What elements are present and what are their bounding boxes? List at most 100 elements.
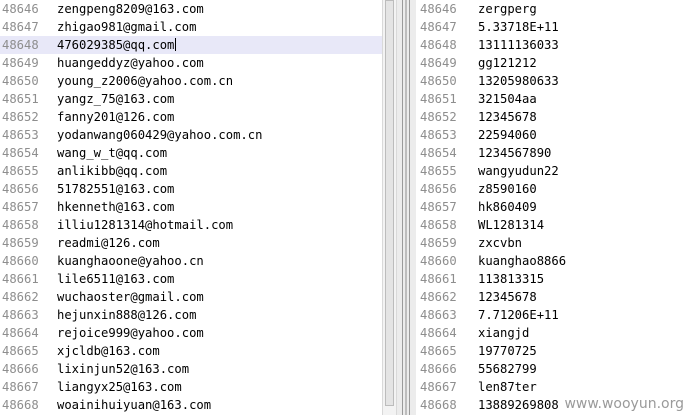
line-text[interactable]: woainihuiyuan@163.com xyxy=(57,396,211,414)
editor-line[interactable]: 48653 yodanwang060429@yahoo.com.cn xyxy=(0,126,382,144)
pane-splitter[interactable] xyxy=(397,0,416,415)
line-text[interactable]: 476029385@qq.com xyxy=(57,38,174,52)
editor-line[interactable]: 48646 zengpeng8209@163.com xyxy=(0,0,382,18)
editor-line[interactable]: 48657 hk860409 xyxy=(416,198,694,216)
editor-line[interactable]: 48655 anlikibb@qq.com xyxy=(0,162,382,180)
editor-line[interactable]: 48667 liangyx25@163.com xyxy=(0,378,382,396)
editor-line[interactable]: 48667 len87ter xyxy=(416,378,694,396)
line-text[interactable]: anlikibb@qq.com xyxy=(57,162,167,180)
line-text[interactable]: gg121212 xyxy=(478,54,537,72)
editor-line[interactable]: 48662 wuchaoster@gmail.com xyxy=(0,288,382,306)
line-number: 48651 xyxy=(420,92,457,106)
line-text[interactable]: 55682799 xyxy=(478,360,537,378)
line-text[interactable]: xjcldb@163.com xyxy=(57,342,160,360)
editor-line[interactable]: 48664 xiangjd xyxy=(416,324,694,342)
line-text[interactable]: kuanghao8866 xyxy=(478,252,566,270)
line-text[interactable]: z8590160 xyxy=(478,180,537,198)
line-text[interactable]: hkenneth@163.com xyxy=(57,198,174,216)
editor-line[interactable]: 48668 woainihuiyuan@163.com xyxy=(0,396,382,414)
line-text-with-caret[interactable]: 476029385@qq.com xyxy=(57,36,177,54)
editor-line[interactable]: 48666 lixinjun52@163.com xyxy=(0,360,382,378)
line-text[interactable]: 12345678 xyxy=(478,288,537,306)
line-text[interactable]: liangyx25@163.com xyxy=(57,378,182,396)
editor-line[interactable]: 48661 113813315 xyxy=(416,270,694,288)
editor-line[interactable]: 48650 young_z2006@yahoo.com.cn xyxy=(0,72,382,90)
editor-line[interactable]: 48649 gg121212 xyxy=(416,54,694,72)
line-text[interactable]: 12345678 xyxy=(478,108,537,126)
line-text[interactable]: fanny201@126.com xyxy=(57,108,174,126)
line-text[interactable]: lixinjun52@163.com xyxy=(57,360,189,378)
editor-line[interactable]: 48658 illiu1281314@hotmail.com xyxy=(0,216,382,234)
line-number: 48646 xyxy=(2,2,39,16)
line-text[interactable]: 13205980633 xyxy=(478,72,559,90)
line-text[interactable]: zxcvbn xyxy=(478,234,522,252)
editor-line[interactable]: 48655 wangyudun22 xyxy=(416,162,694,180)
line-text[interactable]: hk860409 xyxy=(478,198,537,216)
line-text[interactable]: wang_w_t@qq.com xyxy=(57,144,167,162)
editor-line[interactable]: 48654 1234567890 xyxy=(416,144,694,162)
line-text[interactable]: 51782551@163.com xyxy=(57,180,174,198)
line-text[interactable]: 13111136033 xyxy=(478,36,559,54)
line-text[interactable]: zergperg xyxy=(478,0,537,18)
editor-line[interactable]: 48663 hejunxin888@126.com xyxy=(0,306,382,324)
line-text[interactable]: wuchaoster@gmail.com xyxy=(57,288,204,306)
line-text[interactable]: 22594060 xyxy=(478,126,537,144)
line-text[interactable]: young_z2006@yahoo.com.cn xyxy=(57,72,233,90)
scrollbar-thumb[interactable] xyxy=(385,0,394,406)
editor-line[interactable]: 48652 12345678 xyxy=(416,108,694,126)
editor-line[interactable]: 48659 readmi@126.com xyxy=(0,234,382,252)
editor-line[interactable]: 48658 WL1281314 xyxy=(416,216,694,234)
editor-line[interactable]: 48660 kuanghao8866 xyxy=(416,252,694,270)
line-text[interactable]: wangyudun22 xyxy=(478,162,559,180)
editor-line[interactable]: 48652 fanny201@126.com xyxy=(0,108,382,126)
editor-line[interactable]: 48662 12345678 xyxy=(416,288,694,306)
line-text[interactable]: zengpeng8209@163.com xyxy=(57,0,204,18)
editor-line[interactable]: 48663 7.71206E+11 xyxy=(416,306,694,324)
editor-line[interactable]: 48654 wang_w_t@qq.com xyxy=(0,144,382,162)
editor-line[interactable]: 48651 321504aa xyxy=(416,90,694,108)
editor-line[interactable]: 48650 13205980633 xyxy=(416,72,694,90)
left-editor-pane[interactable]: 48646 zengpeng8209@163.com 48647 zhigao9… xyxy=(0,0,382,415)
right-editor-pane[interactable]: 48646 zergperg 48647 5.33718E+11 48648 1… xyxy=(416,0,694,415)
editor-line[interactable]: 48664 rejoice999@yahoo.com xyxy=(0,324,382,342)
line-text[interactable]: lile6511@163.com xyxy=(57,270,174,288)
line-text[interactable]: 1234567890 xyxy=(478,144,551,162)
line-text[interactable]: 7.71206E+11 xyxy=(478,306,559,324)
editor-line[interactable]: 48656 51782551@163.com xyxy=(0,180,382,198)
line-text[interactable]: kuanghaoone@yahoo.cn xyxy=(57,252,204,270)
editor-line[interactable]: 48656 z8590160 xyxy=(416,180,694,198)
editor-line[interactable]: 48659 zxcvbn xyxy=(416,234,694,252)
line-text[interactable]: 321504aa xyxy=(478,90,537,108)
line-text[interactable]: 5.33718E+11 xyxy=(478,18,559,36)
line-text[interactable]: xiangjd xyxy=(478,324,529,342)
editor-line[interactable]: 48653 22594060 xyxy=(416,126,694,144)
line-text[interactable]: illiu1281314@hotmail.com xyxy=(57,216,233,234)
editor-line[interactable]: 48647 5.33718E+11 xyxy=(416,18,694,36)
editor-line[interactable]: 48657 hkenneth@163.com xyxy=(0,198,382,216)
line-number: 48666 xyxy=(420,362,457,376)
editor-line[interactable]: 48651 yangz_75@163.com xyxy=(0,90,382,108)
line-text[interactable]: yodanwang060429@yahoo.com.cn xyxy=(57,126,262,144)
editor-line[interactable]: 48666 55682799 xyxy=(416,360,694,378)
line-text[interactable]: 19770725 xyxy=(478,342,537,360)
line-text[interactable]: rejoice999@yahoo.com xyxy=(57,324,204,342)
line-text[interactable]: len87ter xyxy=(478,378,537,396)
editor-line-current[interactable]: 48648 476029385@qq.com xyxy=(0,36,382,54)
line-text[interactable]: hejunxin888@126.com xyxy=(57,306,196,324)
line-text[interactable]: huangeddyz@yahoo.com xyxy=(57,54,204,72)
editor-line[interactable]: 48665 19770725 xyxy=(416,342,694,360)
line-text[interactable]: readmi@126.com xyxy=(57,234,160,252)
editor-line[interactable]: 48665 xjcldb@163.com xyxy=(0,342,382,360)
editor-line[interactable]: 48660 kuanghaoone@yahoo.cn xyxy=(0,252,382,270)
editor-line[interactable]: 48646 zergperg xyxy=(416,0,694,18)
editor-line[interactable]: 48649 huangeddyz@yahoo.com xyxy=(0,54,382,72)
line-text[interactable]: WL1281314 xyxy=(478,216,544,234)
left-vertical-scrollbar[interactable] xyxy=(382,0,397,415)
line-text[interactable]: yangz_75@163.com xyxy=(57,90,174,108)
line-text[interactable]: zhigao981@gmail.com xyxy=(57,18,196,36)
editor-line[interactable]: 48648 13111136033 xyxy=(416,36,694,54)
line-text[interactable]: 13889269808 xyxy=(478,396,559,414)
editor-line[interactable]: 48661 lile6511@163.com xyxy=(0,270,382,288)
line-text[interactable]: 113813315 xyxy=(478,270,544,288)
editor-line[interactable]: 48647 zhigao981@gmail.com xyxy=(0,18,382,36)
